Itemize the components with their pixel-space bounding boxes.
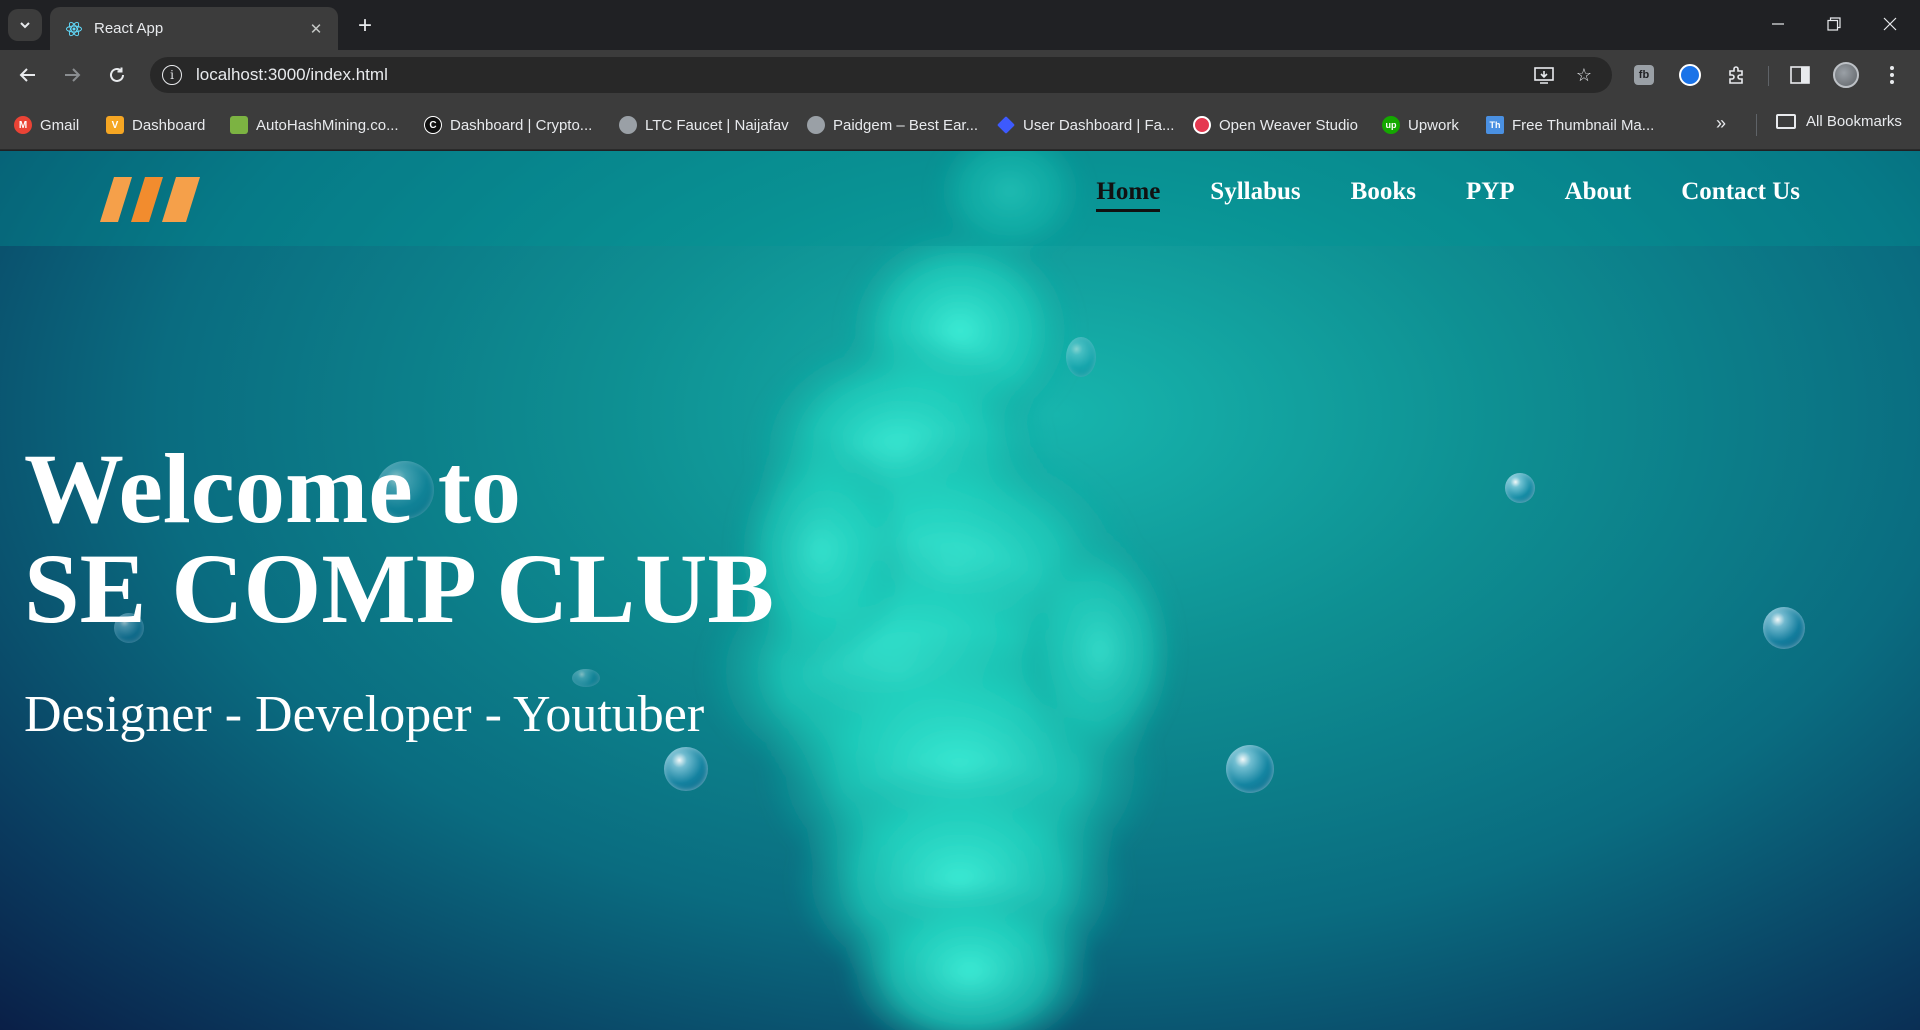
browser-tab-bar: React App ✕ + (0, 0, 1920, 50)
bubble (1066, 337, 1096, 377)
new-tab-button[interactable]: + (350, 11, 380, 41)
bubble (664, 747, 708, 791)
extensions-puzzle-icon[interactable] (1720, 59, 1752, 91)
gmail-icon: M (14, 116, 32, 134)
bookmark-open-weaver[interactable]: Open Weaver Studio (1193, 113, 1358, 137)
cube-icon (230, 116, 248, 134)
bookmark-star-icon[interactable]: ☆ (1568, 57, 1600, 93)
bubble (1763, 607, 1805, 649)
bookmarks-bar: M Gmail V Dashboard AutoHashMining.co...… (0, 100, 1920, 150)
side-panel-icon[interactable] (1784, 59, 1816, 91)
url-text: localhost:3000/index.html (196, 65, 388, 84)
thumbnail-icon: Th (1486, 116, 1504, 134)
site-navbar: Home Syllabus Books PYP About Contact Us (0, 151, 1920, 246)
site-logo[interactable] (100, 177, 200, 222)
hero-title: Welcome to SE COMP CLUB (24, 439, 774, 639)
globe-icon (807, 116, 825, 134)
arrow-right-icon (65, 68, 81, 82)
react-icon (64, 19, 84, 39)
reload-button[interactable] (101, 59, 133, 91)
toolbar-divider (1768, 66, 1769, 86)
tab-close-icon[interactable]: ✕ (306, 19, 326, 39)
nav-about[interactable]: About (1565, 178, 1632, 212)
bookmark-autohashmining[interactable]: AutoHashMining.co... (230, 113, 399, 137)
nav-links: Home Syllabus Books PYP About Contact Us (1046, 178, 1800, 212)
all-bookmarks-button[interactable]: All Bookmarks (1776, 113, 1902, 130)
nav-home[interactable]: Home (1096, 178, 1160, 212)
hero-subtitle: Designer - Developer - Youtuber (24, 686, 705, 743)
bookmark-dashboard[interactable]: V Dashboard (106, 113, 205, 137)
globe-icon (619, 116, 637, 134)
hero-title-line2: SE COMP CLUB (24, 533, 775, 644)
close-window-button[interactable] (1864, 8, 1916, 40)
reload-icon (110, 67, 124, 82)
page-viewport: Home Syllabus Books PYP About Contact Us… (0, 151, 1920, 1030)
nav-contact-us[interactable]: Contact Us (1681, 178, 1800, 212)
profile-avatar[interactable] (1830, 59, 1862, 91)
v-logo-icon: V (106, 116, 124, 134)
install-app-icon[interactable] (1528, 57, 1560, 93)
bookmark-paidgem[interactable]: Paidgem – Best Ear... (807, 113, 978, 137)
bookmark-free-thumbnail[interactable]: Th Free Thumbnail Ma... (1486, 113, 1654, 137)
browser-toolbar: i localhost:3000/index.html ☆ fb (0, 50, 1920, 100)
weaver-icon (1193, 116, 1211, 134)
bookmarks-divider (1756, 114, 1757, 136)
tab-title: React App (94, 20, 164, 37)
c-logo-icon: C (424, 116, 442, 134)
address-bar[interactable]: i localhost:3000/index.html ☆ (150, 57, 1612, 93)
blue-extension-icon[interactable] (1674, 59, 1706, 91)
bookmark-upwork[interactable]: up Upwork (1382, 113, 1459, 137)
bookmark-crypto-dashboard[interactable]: C Dashboard | Crypto... (424, 113, 592, 137)
nav-books[interactable]: Books (1351, 178, 1416, 212)
chevron-down-icon (20, 22, 30, 29)
folder-icon (1776, 114, 1796, 129)
back-button[interactable] (12, 59, 44, 91)
more-menu-icon[interactable] (1876, 59, 1908, 91)
site-info-icon[interactable]: i (162, 65, 182, 85)
nav-pyp[interactable]: PYP (1466, 178, 1515, 212)
bookmark-ltc-faucet[interactable]: LTC Faucet | Naijafav (619, 113, 789, 137)
forward-button[interactable] (56, 59, 88, 91)
browser-tab-active[interactable]: React App ✕ (50, 7, 338, 50)
fb-extension-icon[interactable]: fb (1628, 59, 1660, 91)
upwork-icon: up (1382, 116, 1400, 134)
diamond-icon (997, 116, 1015, 134)
minimize-button[interactable] (1752, 8, 1804, 40)
bubble (1226, 745, 1274, 793)
arrow-left-icon (19, 68, 35, 82)
bookmark-gmail[interactable]: M Gmail (14, 113, 79, 137)
bookmark-user-dashboard[interactable]: User Dashboard | Fa... (997, 113, 1174, 137)
nav-syllabus[interactable]: Syllabus (1210, 178, 1300, 212)
tab-search-button[interactable] (8, 9, 42, 41)
hero-title-line1: Welcome to (24, 433, 522, 544)
restore-button[interactable] (1808, 8, 1860, 40)
bookmarks-overflow-icon[interactable]: » (1716, 113, 1726, 134)
bubble (1505, 473, 1535, 503)
